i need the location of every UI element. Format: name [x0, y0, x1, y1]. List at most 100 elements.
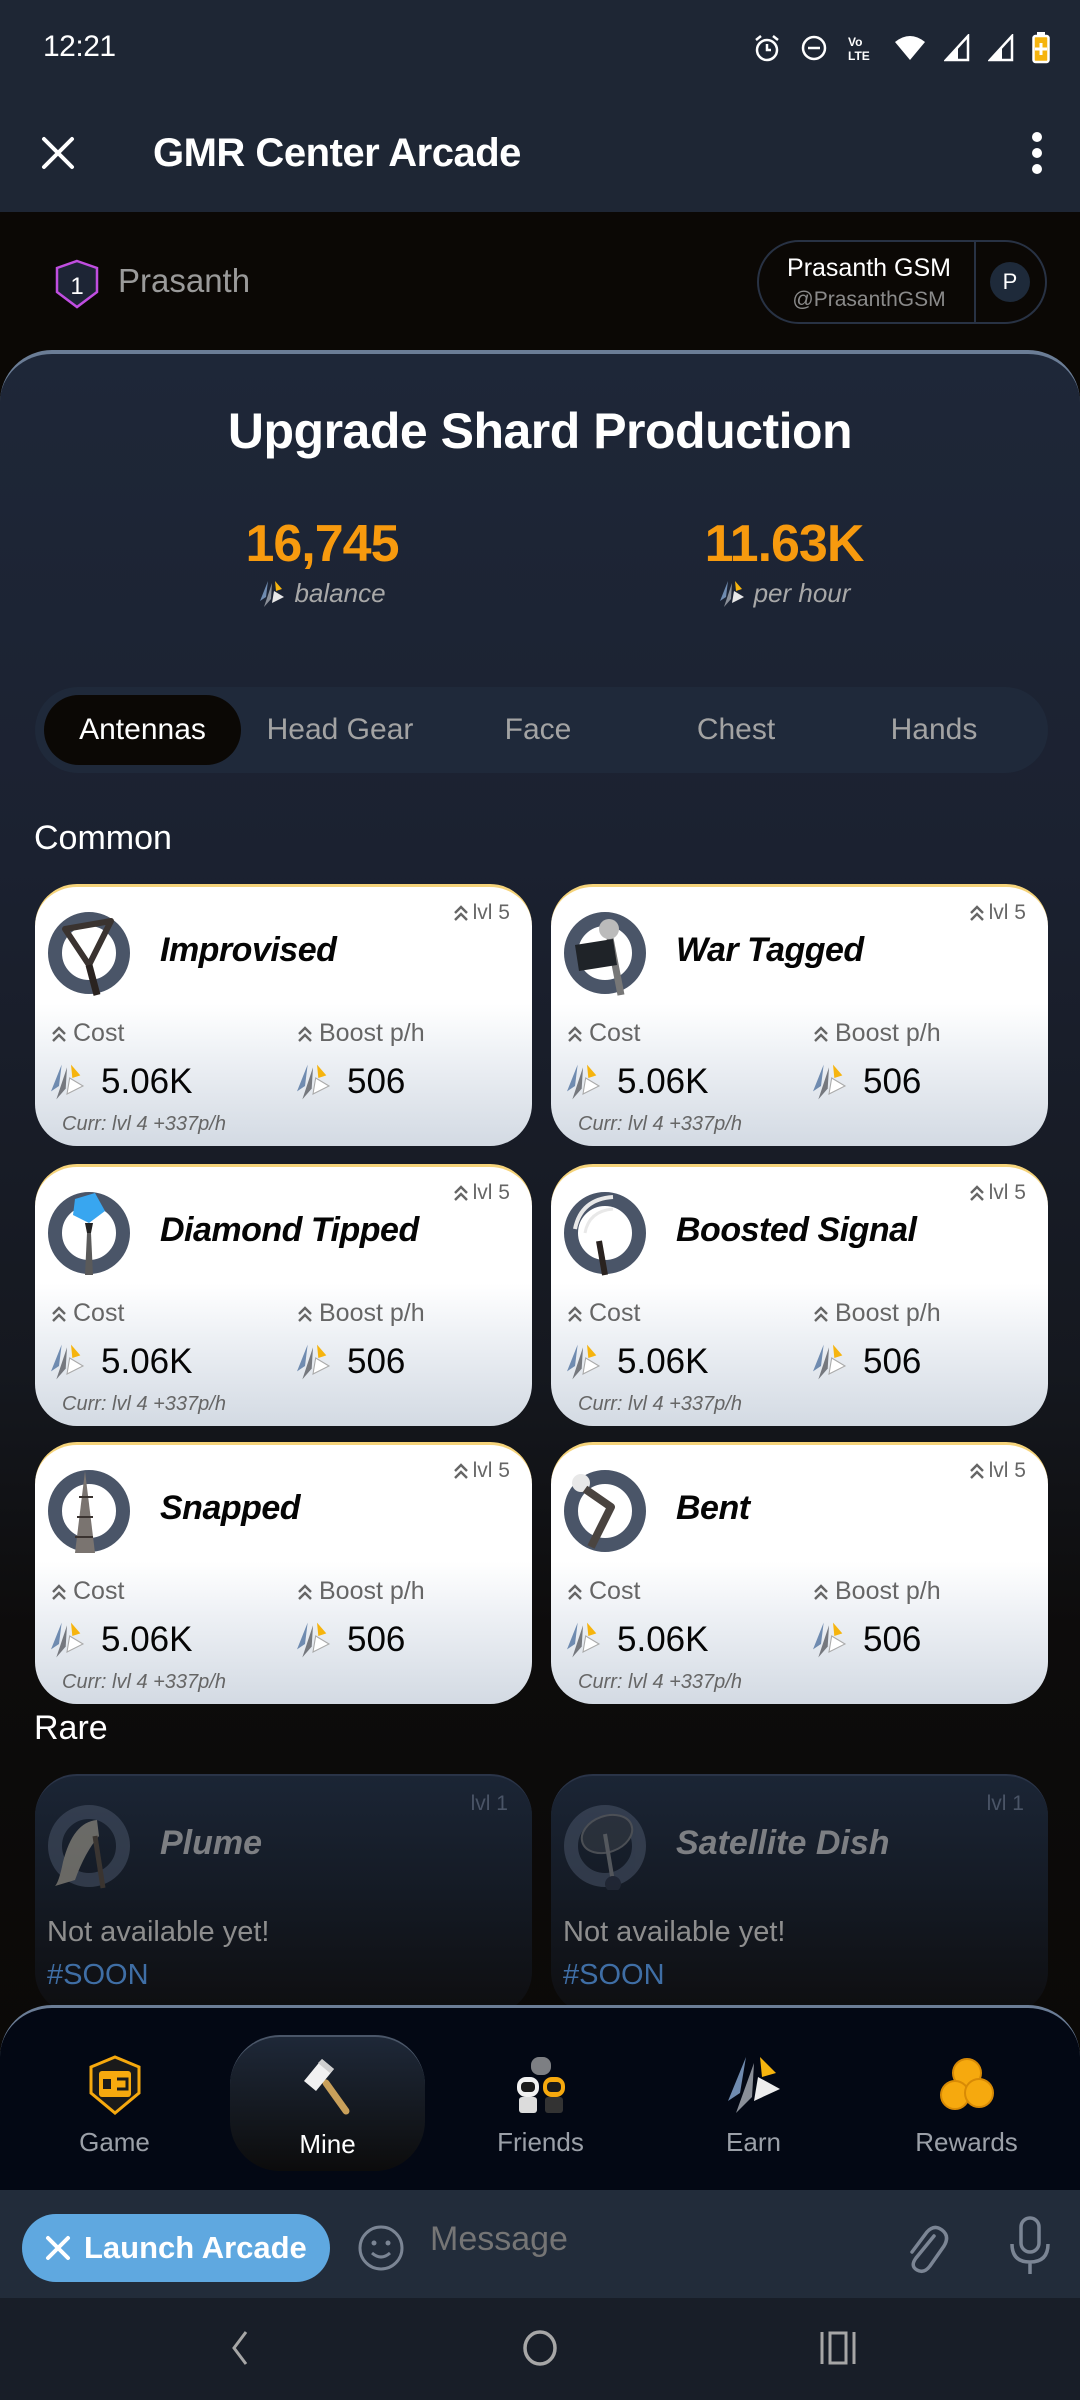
cost-value: 5.06K — [563, 1620, 708, 1660]
boost-value: 506 — [293, 1342, 405, 1382]
item-level-text: lvl 5 — [472, 901, 510, 924]
chevrons-up-icon — [453, 1185, 468, 1201]
flag-antenna-image — [564, 912, 646, 996]
recents-icon[interactable] — [818, 2328, 858, 2368]
home-icon[interactable] — [520, 2328, 560, 2368]
cost-label: Cost — [567, 1299, 640, 1328]
more-vertical-icon[interactable] — [1022, 130, 1052, 176]
chevrons-up-icon — [298, 1583, 312, 1600]
back-icon[interactable] — [228, 2328, 252, 2368]
boost-amount: 506 — [347, 1342, 406, 1381]
current-level-info: Curr: lvl 4 +337p/h — [578, 1393, 742, 1415]
nav-label: Rewards — [915, 2127, 1018, 2157]
item-level: lvl 5 — [453, 1181, 510, 1205]
paperclip-icon[interactable] — [900, 2220, 950, 2276]
availability-status: Not available yet! — [47, 1916, 270, 1948]
app-title: GMR Center Arcade — [153, 131, 521, 175]
launch-arcade-button[interactable]: Launch Arcade — [22, 2214, 330, 2282]
message-input[interactable] — [430, 2220, 870, 2259]
cost-amount: 5.06K — [101, 1342, 193, 1381]
close-icon[interactable] — [38, 133, 78, 173]
cost-label: Cost — [567, 1577, 640, 1606]
chevrons-up-icon — [52, 1583, 66, 1600]
nav-mine[interactable]: Mine — [230, 2035, 425, 2171]
microphone-icon[interactable] — [1008, 2216, 1052, 2276]
boost-value: 506 — [293, 1620, 405, 1660]
tab-head-gear[interactable]: Head Gear — [241, 695, 439, 765]
battery-charging-icon — [1032, 32, 1050, 64]
boost-label: Boost p/h — [813, 1299, 941, 1328]
current-level-info: Curr: lvl 4 +337p/h — [62, 1393, 226, 1415]
shard-icon — [51, 1064, 85, 1100]
chevrons-up-icon — [52, 1025, 66, 1042]
upgrade-card[interactable]: lvl 5 War Tagged Cost Boost p/h 5.06K 506 Curr… — [551, 884, 1048, 1146]
cost-value: 5.06K — [47, 1342, 192, 1382]
chevrons-up-icon — [298, 1305, 312, 1322]
tab-antennas[interactable]: Antennas — [44, 695, 241, 765]
nav-label: Friends — [497, 2127, 584, 2157]
cost-label: Cost — [51, 1577, 124, 1606]
status-icons: Vo LTE — [752, 30, 1050, 66]
shard-icon — [51, 1622, 85, 1658]
nav-rewards[interactable]: Rewards — [869, 2035, 1064, 2171]
upgrade-card[interactable]: lvl 5 Bent Cost Boost p/h 5.06K 506 Curr: lvl … — [551, 1442, 1048, 1704]
hammer-icon — [303, 2059, 349, 2115]
svg-text:LTE: LTE — [848, 49, 870, 63]
boost-label: Boost p/h — [297, 1299, 425, 1328]
soon-tag: #SOON — [563, 1959, 665, 1991]
boost-value: 506 — [809, 1342, 921, 1382]
upgrade-card[interactable]: lvl 5 Boosted Signal Cost Boost p/h 5.06K 506… — [551, 1164, 1048, 1426]
status-bar: 12:21 Vo LTE — [0, 0, 1080, 95]
item-name: Plume — [160, 1824, 263, 1862]
shard-icon — [51, 1344, 85, 1380]
tab-chest[interactable]: Chest — [637, 695, 835, 765]
chevrons-up-icon — [52, 1305, 66, 1322]
boost-label-text: Boost p/h — [319, 1019, 425, 1047]
message-bar: Launch Arcade — [0, 2190, 1080, 2298]
cost-amount: 5.06K — [617, 1342, 709, 1381]
game-icon — [89, 2055, 140, 2115]
nav-friends[interactable]: Friends — [443, 2035, 638, 2171]
item-level: lvl 5 — [453, 901, 510, 925]
boost-amount: 506 — [863, 1342, 922, 1381]
tab-face[interactable]: Face — [439, 695, 637, 765]
shard-icon — [567, 1344, 601, 1380]
cost-value: 5.06K — [47, 1620, 192, 1660]
profile-pill[interactable]: Prasanth GSM @PrasanthGSM P — [757, 240, 1047, 324]
boost-label: Boost p/h — [813, 1577, 941, 1606]
balance-stat: 16,745 balance — [122, 514, 522, 609]
avatar[interactable]: P — [990, 262, 1030, 302]
diamond-antenna-image — [48, 1192, 130, 1275]
boost-amount: 506 — [863, 1620, 922, 1659]
boost-label-text: Boost p/h — [835, 1299, 941, 1327]
level-badge-icon: 1 — [55, 259, 99, 309]
cost-value: 5.06K — [47, 1062, 192, 1102]
nav-game[interactable]: Game — [17, 2035, 212, 2171]
cost-label-text: Cost — [589, 1577, 641, 1605]
shard-icon — [567, 1622, 601, 1658]
user-strip: 1 Prasanth Prasanth GSM @PrasanthGSM P — [0, 212, 1080, 372]
dnd-icon — [801, 35, 827, 61]
svg-text:Vo: Vo — [848, 35, 862, 49]
shard-icon — [297, 1344, 331, 1380]
pill-divider — [974, 242, 976, 322]
upgrade-card[interactable]: lvl 5 Snapped Cost Boost p/h 5.06K 506 Curr: l… — [35, 1442, 532, 1704]
item-name: Bent — [676, 1489, 750, 1527]
signal-icon — [944, 34, 970, 62]
emoji-icon[interactable] — [356, 2223, 406, 2273]
chevrons-up-icon — [298, 1025, 312, 1042]
item-name: Improvised — [160, 931, 337, 969]
username: Prasanth — [118, 262, 251, 299]
volte-icon: VoLTE — [848, 35, 870, 63]
tab-hands[interactable]: Hands — [835, 695, 1033, 765]
availability-status: Not available yet! — [563, 1916, 786, 1948]
cost-label-text: Cost — [589, 1019, 641, 1047]
upgrade-card[interactable]: lvl 5 Improvised Cost Boost p/h 5.06K 506 Curr… — [35, 884, 532, 1146]
boost-amount: 506 — [347, 1620, 406, 1659]
soon-tag: #SOON — [47, 1959, 149, 1991]
balance-label: balance — [294, 578, 386, 608]
upgrade-card[interactable]: lvl 5 Diamond Tipped Cost Boost p/h 5.06K 506… — [35, 1164, 532, 1426]
nav-earn[interactable]: Earn — [656, 2035, 851, 2171]
item-level: lvl 1 — [986, 1792, 1024, 1815]
cost-label-text: Cost — [73, 1299, 125, 1327]
